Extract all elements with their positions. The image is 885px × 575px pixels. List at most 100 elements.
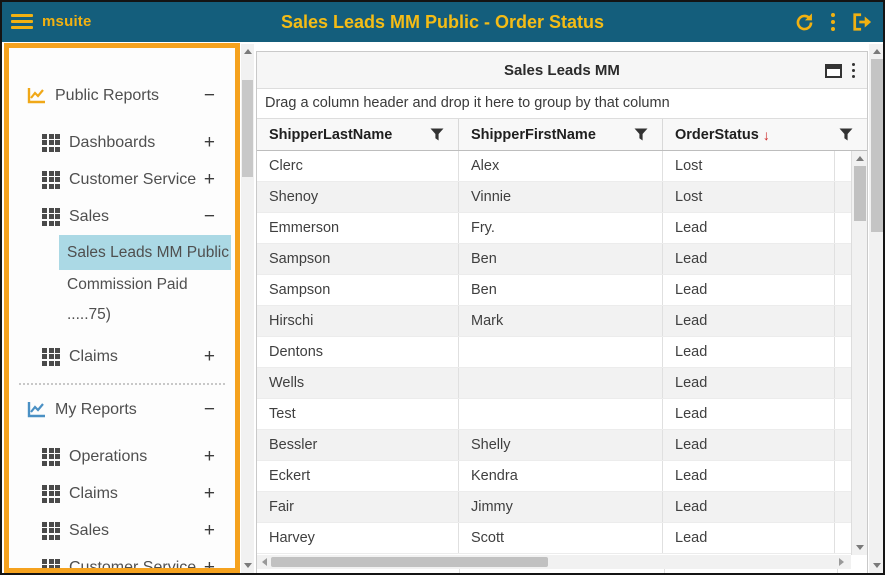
- cell-last-name: Harvey: [257, 523, 459, 553]
- cell-order-status: Lead: [663, 275, 835, 305]
- page-scrollbar[interactable]: [869, 44, 883, 573]
- cell-last-name: Test: [257, 399, 459, 429]
- table-row[interactable]: Shenoy Vinnie Lost: [257, 182, 867, 213]
- category-grid-icon: [42, 347, 60, 366]
- cell-first-name: Scott: [459, 523, 663, 553]
- scroll-down-button[interactable]: [241, 560, 254, 571]
- cell-first-name: Alex: [459, 151, 663, 181]
- table-row[interactable]: Test Lead: [257, 399, 867, 430]
- cell-order-status: Lost: [663, 151, 835, 181]
- collapse-toggle[interactable]: −: [204, 86, 215, 105]
- expand-toggle[interactable]: +: [204, 133, 215, 152]
- category-grid-icon: [42, 484, 60, 503]
- cell-order-status: Lost: [663, 182, 835, 212]
- scroll-down-button[interactable]: [869, 560, 883, 571]
- cell-last-name: Fair: [257, 492, 459, 522]
- scrollbar-thumb[interactable]: [271, 557, 548, 567]
- report-panel-header: Sales Leads MM: [257, 52, 867, 89]
- filter-icon[interactable]: [430, 128, 444, 145]
- category-grid-icon: [42, 170, 60, 189]
- scroll-left-button[interactable]: [259, 555, 270, 569]
- table-row[interactable]: Eckert Kendra Lead: [257, 461, 867, 492]
- cell-last-name: Clerc: [257, 151, 459, 181]
- cell-last-name: Sampson: [257, 244, 459, 274]
- filter-icon[interactable]: [634, 128, 648, 145]
- cell-first-name: Ben: [459, 275, 663, 305]
- category-grid-icon: [42, 133, 60, 152]
- expand-toggle[interactable]: +: [204, 521, 215, 540]
- cell-last-name: Sampson: [257, 275, 459, 305]
- scrollbar-thumb[interactable]: [854, 166, 866, 221]
- scroll-down-button[interactable]: [852, 542, 868, 553]
- category-label: Customer Service: [69, 170, 197, 188]
- sidebar-section-public-reports[interactable]: Public Reports −: [9, 77, 235, 114]
- table-header-row: ShipperLastName ShipperFirstName OrderSt…: [257, 119, 867, 151]
- table-row[interactable]: Dentons Lead: [257, 337, 867, 368]
- sidebar-nav: Public Reports − Dashboards + Customer S…: [4, 43, 240, 573]
- table-body: Clerc Alex Lost Shenoy Vinnie Lost Emmer…: [257, 151, 867, 554]
- public-reports-icon: [27, 87, 46, 104]
- sidebar-section-my-reports[interactable]: My Reports −: [9, 391, 235, 428]
- cell-order-status: Lead: [663, 213, 835, 243]
- expand-toggle[interactable]: +: [204, 447, 215, 466]
- sidebar-item-claims[interactable]: Claims +: [9, 338, 235, 375]
- scroll-up-button[interactable]: [869, 46, 883, 57]
- table-vertical-scrollbar[interactable]: [851, 151, 867, 555]
- group-by-dropzone[interactable]: Drag a column header and drop it here to…: [257, 89, 867, 119]
- table-row[interactable]: Sampson Ben Lead: [257, 244, 867, 275]
- cell-first-name: Shelly: [459, 430, 663, 460]
- table-row[interactable]: Emmerson Fry. Lead: [257, 213, 867, 244]
- table-row[interactable]: Harvey Scott Lead: [257, 523, 867, 554]
- cell-first-name: Mark: [459, 306, 663, 336]
- section-label: My Reports: [55, 400, 137, 418]
- refresh-icon[interactable]: [794, 12, 815, 33]
- column-label: OrderStatus: [675, 126, 759, 143]
- overflow-menu-icon[interactable]: [831, 13, 835, 31]
- table-row[interactable]: Bessler Shelly Lead: [257, 430, 867, 461]
- cell-order-status: Lead: [663, 306, 835, 336]
- expand-toggle[interactable]: +: [204, 558, 215, 568]
- expand-toggle[interactable]: +: [204, 170, 215, 189]
- sidebar-item-my-sales[interactable]: Sales +: [9, 512, 235, 549]
- sidebar-item-commission-paid[interactable]: Commission Paid: [9, 270, 235, 300]
- table-row[interactable]: Clerc Alex Lost: [257, 151, 867, 182]
- logout-icon[interactable]: [851, 12, 873, 32]
- sidebar-item-commission-paid-line2[interactable]: .....75): [9, 300, 235, 330]
- scrollbar-thumb[interactable]: [242, 80, 253, 177]
- filter-icon[interactable]: [839, 128, 853, 145]
- sidebar-item-sales[interactable]: Sales −: [9, 198, 235, 235]
- category-label: Customer Service: [69, 558, 197, 573]
- sidebar-item-my-customer-service[interactable]: Customer Service +: [9, 549, 235, 573]
- column-header-orderstatus[interactable]: OrderStatus ↓: [663, 119, 867, 150]
- sidebar-scrollbar[interactable]: [241, 44, 254, 573]
- category-label: Sales: [69, 521, 110, 539]
- report-panel: Sales Leads MM Drag a column header and …: [256, 51, 868, 573]
- scroll-up-button[interactable]: [241, 46, 254, 57]
- collapse-toggle[interactable]: −: [204, 207, 215, 226]
- report-link-label: Commission Paid: [67, 276, 188, 293]
- sidebar-item-sales-leads-mm-public[interactable]: Sales Leads MM Public: [59, 235, 231, 270]
- cell-order-status: Lead: [663, 523, 835, 553]
- cell-order-status: Lead: [663, 244, 835, 274]
- column-header-shipperfirstname[interactable]: ShipperFirstName: [459, 119, 663, 150]
- scroll-up-button[interactable]: [852, 153, 868, 164]
- scrollbar-thumb[interactable]: [871, 59, 883, 232]
- sidebar-item-dashboards[interactable]: Dashboards +: [9, 124, 235, 161]
- maximize-window-icon[interactable]: [825, 63, 842, 78]
- column-header-shipperlastname[interactable]: ShipperLastName: [257, 119, 459, 150]
- table-row[interactable]: Hirschi Mark Lead: [257, 306, 867, 337]
- cell-last-name: Bessler: [257, 430, 459, 460]
- table-row[interactable]: Sampson Ben Lead: [257, 275, 867, 306]
- table-horizontal-scrollbar[interactable]: [257, 555, 851, 569]
- scroll-right-button[interactable]: [836, 555, 847, 569]
- expand-toggle[interactable]: +: [204, 484, 215, 503]
- sidebar-item-my-claims[interactable]: Claims +: [9, 475, 235, 512]
- cell-order-status: Lead: [663, 337, 835, 367]
- table-row[interactable]: Wells Lead: [257, 368, 867, 399]
- panel-overflow-icon[interactable]: [852, 63, 855, 78]
- sidebar-item-operations[interactable]: Operations +: [9, 438, 235, 475]
- sidebar-item-customer-service[interactable]: Customer Service +: [9, 161, 235, 198]
- collapse-toggle[interactable]: −: [204, 400, 215, 419]
- expand-toggle[interactable]: +: [204, 347, 215, 366]
- table-row[interactable]: Fair Jimmy Lead: [257, 492, 867, 523]
